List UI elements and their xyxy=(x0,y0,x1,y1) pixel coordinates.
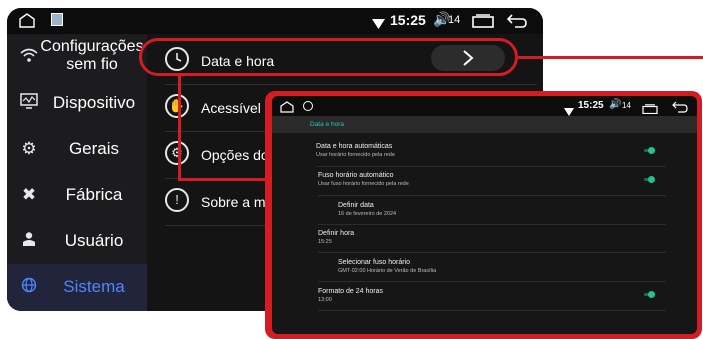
callout-line xyxy=(518,56,703,59)
settings-row-auto-datetime[interactable]: Data e hora automáticas Usar horário for… xyxy=(272,138,697,164)
inset-screen: 15:25 🔊 14 Data e hora Data e hora autom… xyxy=(272,96,697,334)
status-bar: 15:25 🔊 14 xyxy=(7,8,543,34)
inset-page-header: Data e hora xyxy=(272,116,697,133)
divider xyxy=(316,166,666,167)
sidebar-item-device[interactable]: Dispositivo xyxy=(7,80,147,126)
sidebar-item-label: Configurações xyxy=(40,38,144,55)
home-icon[interactable] xyxy=(19,13,35,28)
row-title: Data e hora automáticas xyxy=(316,143,393,150)
row-title: Selecionar fuso horário xyxy=(338,259,410,266)
monitor-icon xyxy=(19,93,39,113)
settings-row-set-time[interactable]: Definir hora 15:25 xyxy=(272,227,697,253)
inset-status-bar: 15:25 🔊 14 xyxy=(272,96,697,116)
row-subtitle: 15:25 xyxy=(318,239,332,245)
sidebar-item-label: Sistema xyxy=(63,277,125,296)
page-title: Data e hora xyxy=(310,121,344,128)
gear-icon: ⚙ xyxy=(21,139,37,158)
divider xyxy=(318,252,666,253)
sidebar-item-label: Usuário xyxy=(64,231,124,250)
toggle-knob xyxy=(648,176,655,183)
info-icon: ! xyxy=(165,188,189,212)
menu-item-label: Sobre a má xyxy=(201,194,274,210)
highlight-outline xyxy=(139,38,518,76)
hand-icon: ✋ xyxy=(165,94,189,118)
volume-level: 14 xyxy=(448,14,461,26)
sidebar-item-label: Fábrica xyxy=(65,185,123,204)
volume-level: 14 xyxy=(622,101,631,110)
divider xyxy=(318,195,666,196)
globe-icon xyxy=(19,277,39,297)
sidebar-item-factory[interactable]: ✖ Fábrica xyxy=(7,172,147,218)
row-subtitle: Usar horário fornecido pela rede xyxy=(316,152,395,158)
row-subtitle: 16 de fevereiro de 2024 xyxy=(338,211,397,217)
sidebar-item-label: Gerais xyxy=(68,139,120,158)
callout-line xyxy=(178,76,181,181)
settings-row-auto-timezone[interactable]: Fuso horário automático Usar fuso horári… xyxy=(272,168,697,194)
user-icon xyxy=(19,231,39,251)
row-subtitle: Usar fuso horário fornecido pela rede xyxy=(318,181,409,187)
status-time: 15:25 xyxy=(390,12,426,28)
row-title: Formato de 24 horas xyxy=(318,288,383,295)
callout-line xyxy=(178,178,267,181)
row-subtitle: GMT-02:00 Horário de Verão de Brasília xyxy=(338,268,437,274)
sidebar-item-system[interactable]: Sistema xyxy=(7,264,147,311)
volume-icon: 🔊 xyxy=(609,99,622,110)
options-gear-icon: ⚙ xyxy=(165,141,189,165)
gallery-icon xyxy=(51,13,63,26)
row-title: Definir data xyxy=(338,202,374,209)
divider xyxy=(318,310,666,311)
wifi-signal-icon xyxy=(372,16,385,34)
settings-row-select-timezone[interactable]: Selecionar fuso horário GMT-02:00 Horári… xyxy=(272,255,697,281)
settings-row-set-date[interactable]: Definir data 16 de fevereiro de 2024 xyxy=(272,198,697,224)
sidebar-item-general[interactable]: ⚙ Gerais xyxy=(7,126,147,172)
sidebar-item-user[interactable]: Usuário xyxy=(7,218,147,264)
tools-icon: ✖ xyxy=(21,185,37,204)
menu-item-label: Opções do xyxy=(201,147,269,163)
menu-item-label: Acessível xyxy=(201,100,261,116)
wifi-icon xyxy=(19,47,39,67)
row-subtitle: 13:00 xyxy=(318,297,332,303)
divider xyxy=(318,281,666,282)
settings-row-24h-format[interactable]: Formato de 24 horas 13:00 xyxy=(272,284,697,310)
status-time: 15:25 xyxy=(578,100,604,111)
recent-apps-icon[interactable] xyxy=(472,14,494,33)
back-icon[interactable] xyxy=(506,13,527,33)
toggle-knob xyxy=(648,291,655,298)
settings-sidebar: Configurações sem fio Dispositivo ⚙ Gera… xyxy=(7,34,147,311)
toggle-knob xyxy=(648,147,655,154)
divider xyxy=(318,224,666,225)
sidebar-item-label: sem fio xyxy=(66,56,118,73)
sidebar-item-wireless[interactable]: Configurações sem fio xyxy=(7,34,147,80)
row-title: Fuso horário automático xyxy=(318,172,394,179)
alarm-icon xyxy=(303,101,313,111)
row-title: Definir hora xyxy=(318,230,355,237)
sidebar-item-label: Dispositivo xyxy=(52,93,136,112)
